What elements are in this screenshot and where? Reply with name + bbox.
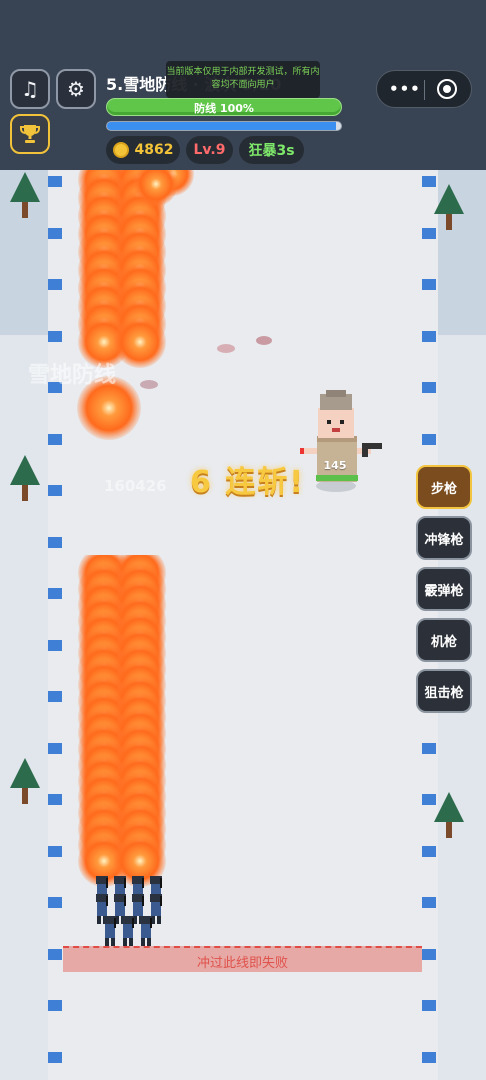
lane-post — [48, 434, 62, 445]
lane-post — [48, 1000, 62, 1011]
lane-post — [422, 176, 436, 187]
lane-post — [422, 1052, 436, 1063]
lane-post — [48, 537, 62, 548]
lane-post — [48, 846, 62, 857]
soldier — [104, 916, 116, 946]
weapon-label: 机枪 — [430, 634, 457, 650]
miniprogram-capsule: ••• — [376, 70, 472, 108]
lane-post — [48, 228, 62, 239]
lane-post — [422, 228, 436, 239]
lane-post — [422, 434, 436, 445]
xp-bar — [106, 121, 342, 131]
record-icon[interactable] — [437, 79, 457, 99]
watermark-title: 雪地防线 — [28, 363, 117, 388]
weapon-button[interactable]: 霰弹枪 — [416, 567, 472, 611]
weapon-label: 霰弹枪 — [424, 583, 464, 599]
more-dots-icon[interactable]: ••• — [389, 80, 421, 98]
lane-post — [48, 1052, 62, 1063]
blood-spot — [256, 336, 272, 345]
lane-post — [422, 1000, 436, 1011]
music-note-icon: ♫ — [21, 77, 39, 101]
fire-stream-lower — [78, 555, 166, 887]
lane-post — [48, 794, 62, 805]
lane-post — [422, 382, 436, 393]
test-notice: 当前版本仅用于内部开发测试，所有内容均不面向用户 — [166, 61, 320, 98]
gear-icon: ⚙ — [67, 77, 85, 101]
level-badge: Lv.9 — [186, 136, 233, 164]
lane-post — [48, 331, 62, 342]
coin-counter: 4862 — [106, 136, 180, 164]
capsule-divider — [424, 80, 425, 100]
weapon-button[interactable]: 机枪 — [416, 618, 472, 662]
combo-text: 6 连斩! — [190, 465, 305, 500]
fireball — [114, 316, 166, 368]
coin-icon — [112, 142, 129, 158]
blood-spot — [140, 380, 158, 389]
weapon-button[interactable]: 狙击枪 — [416, 669, 472, 713]
pine-tree — [10, 758, 40, 804]
weapon-button[interactable]: 步枪 — [416, 465, 472, 509]
soldier — [122, 916, 134, 946]
watermark-score: 160426 — [104, 477, 167, 495]
level-value: Lv.9 — [193, 142, 226, 158]
lane-post — [48, 279, 62, 290]
enemy-hp: 145 — [323, 459, 347, 472]
rage-timer: 狂暴3s — [239, 136, 304, 164]
weapon-label: 狙击枪 — [424, 685, 464, 701]
lane-post — [422, 949, 436, 960]
lane-post — [48, 588, 62, 599]
defense-line-label: 冲过此线即失败 — [196, 956, 288, 971]
soldier — [140, 916, 152, 946]
rage-value: 狂暴3s — [248, 143, 295, 159]
lane-post — [422, 279, 436, 290]
defense-line: 冲过此线即失败 — [63, 946, 422, 972]
enemy-gunner — [300, 390, 382, 492]
lane-post — [48, 176, 62, 187]
trophy-icon — [20, 125, 40, 143]
settings-button[interactable]: ⚙ — [56, 69, 96, 109]
pine-tree — [10, 455, 40, 501]
game-field[interactable]: 雪地防线 160426 6 连斩! 145 冲过此线即失败 — [0, 170, 486, 1080]
pine-tree — [10, 172, 40, 218]
lane-post — [48, 743, 62, 754]
lane-post — [48, 949, 62, 960]
xp-bar-fill — [107, 122, 337, 130]
pine-tree — [434, 184, 464, 230]
lane-post — [422, 846, 436, 857]
lane-post — [48, 485, 62, 496]
blood-spot — [217, 344, 235, 353]
lane-post — [48, 640, 62, 651]
coin-value: 4862 — [134, 142, 174, 158]
music-button[interactable]: ♫ — [10, 69, 50, 109]
weapon-label: 冲锋枪 — [424, 532, 464, 548]
lane-post — [422, 897, 436, 908]
fire-stream-upper — [77, 170, 194, 440]
pine-tree — [434, 792, 464, 838]
lane-post — [422, 743, 436, 754]
weapon-button[interactable]: 冲锋枪 — [416, 516, 472, 560]
defense-bar: 防线 100% — [106, 98, 342, 116]
lane-post — [48, 691, 62, 702]
lane-post — [422, 794, 436, 805]
lane-post — [422, 331, 436, 342]
defense-label: 防线 100% — [194, 102, 254, 115]
top-hud: ♫ ⚙ 5.雪地防线 · 波次 5/20 当前版本仅用于内部开发测试，所有内容均… — [0, 0, 486, 170]
weapon-label: 步枪 — [430, 481, 457, 497]
achievements-button[interactable] — [10, 114, 50, 154]
lane-post — [48, 897, 62, 908]
